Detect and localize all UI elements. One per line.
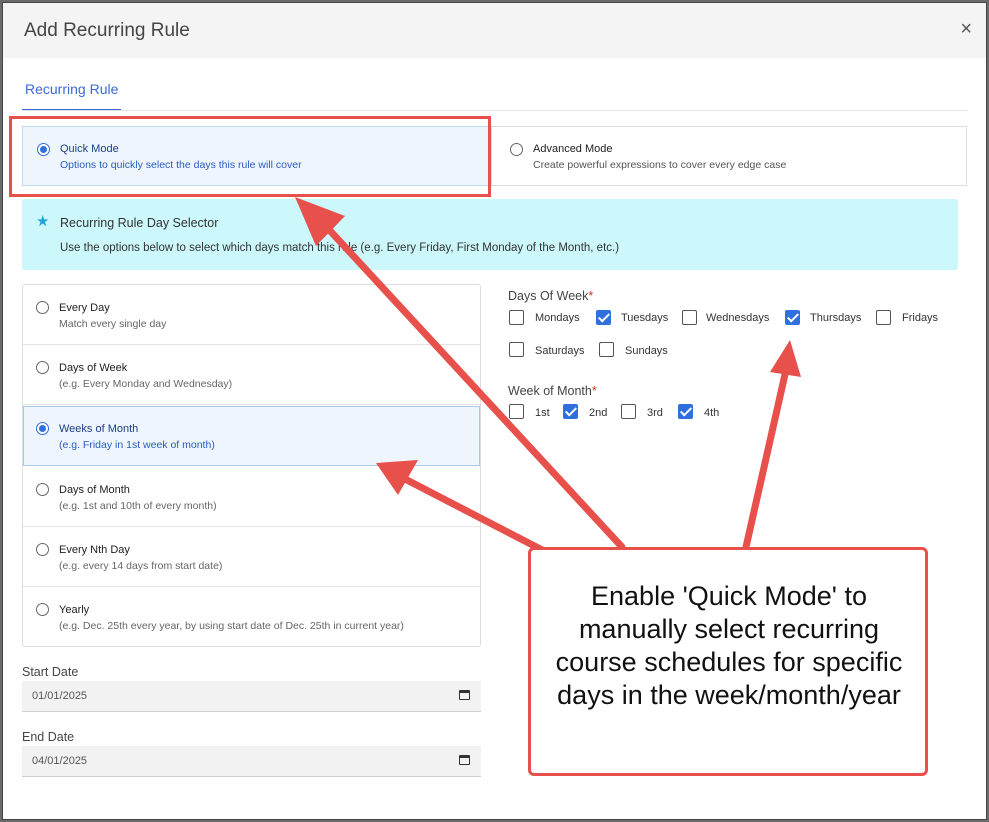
annotation-callout: Enable 'Quick Mode' to manually select r… bbox=[528, 547, 928, 776]
arrowhead-weeks-of-month bbox=[376, 460, 418, 495]
arrow-to-days-checkboxes bbox=[742, 366, 790, 551]
arrow-to-quick-mode bbox=[318, 218, 626, 551]
arrowhead-days-checkboxes bbox=[770, 340, 801, 377]
callout-text: Enable 'Quick Mode' to manually select r… bbox=[555, 581, 903, 710]
arrow-to-weeks-of-month bbox=[401, 475, 552, 557]
